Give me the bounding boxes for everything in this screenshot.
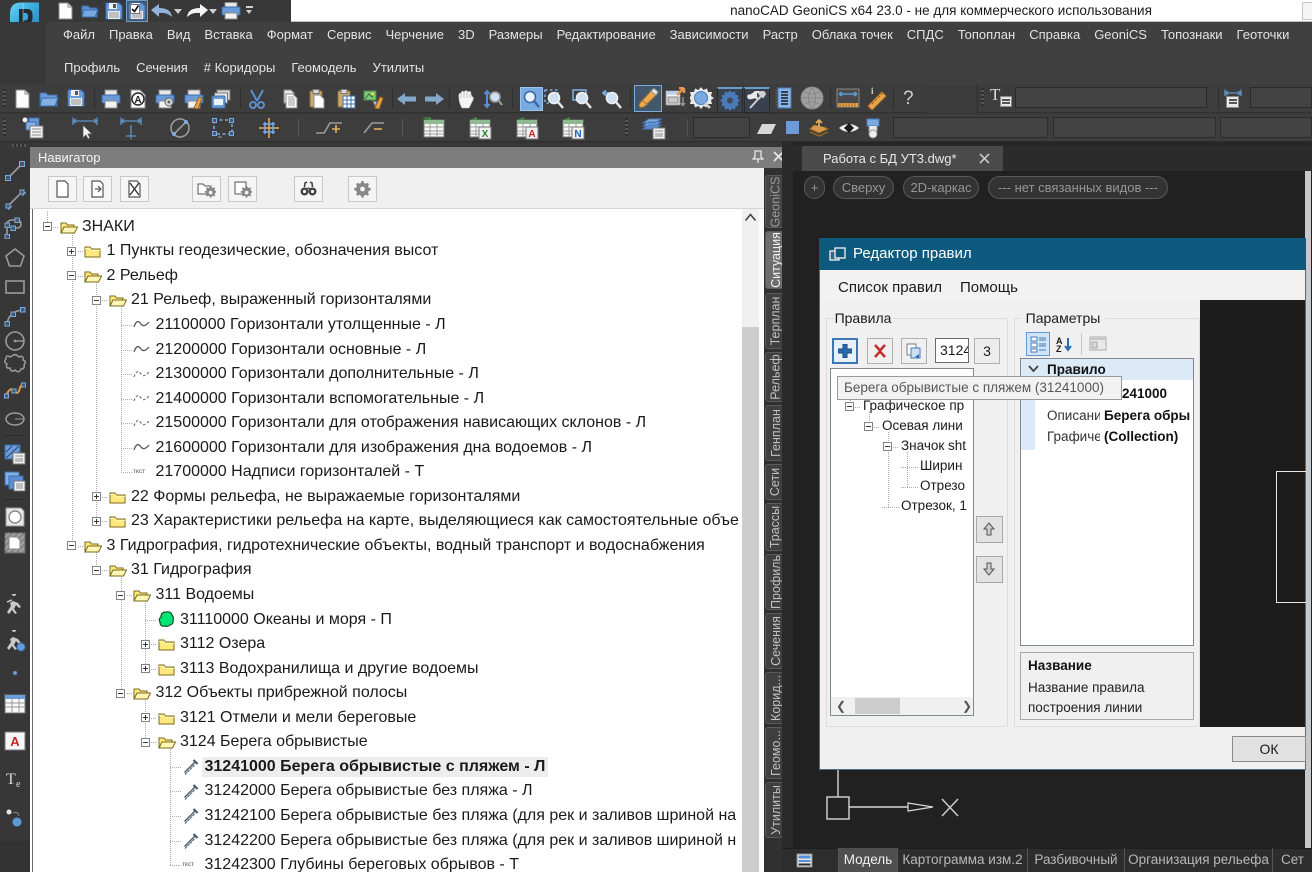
svg-text:e: e bbox=[16, 779, 21, 790]
svg-text:X: X bbox=[482, 129, 489, 140]
svg-text:T: T bbox=[6, 771, 16, 788]
svg-text:A: A bbox=[528, 129, 535, 140]
svg-text:Z: Z bbox=[1056, 344, 1062, 353]
svg-text:i: i bbox=[871, 86, 874, 96]
svg-text:A: A bbox=[134, 95, 141, 106]
svg-text:A: A bbox=[10, 734, 20, 749]
svg-text:N: N bbox=[574, 129, 581, 140]
